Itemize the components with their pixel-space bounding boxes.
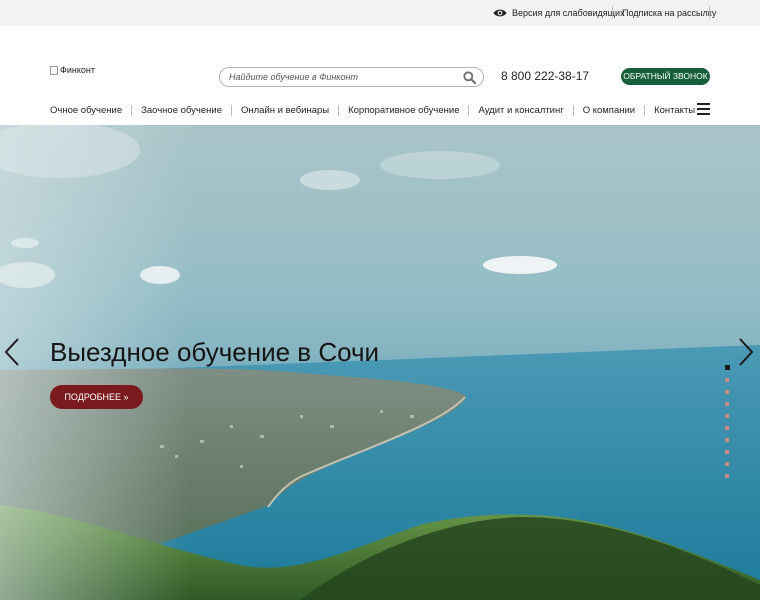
subscribe-link[interactable]: Подписка на рассылку — [622, 5, 716, 21]
slider-dot[interactable] — [725, 462, 729, 466]
topbar-divider — [709, 6, 710, 19]
search-box — [219, 67, 484, 87]
slider-dot[interactable] — [725, 414, 729, 418]
slider-dot[interactable] — [725, 378, 729, 382]
chevron-left-icon[interactable] — [3, 337, 21, 367]
site-logo[interactable]: Финконт — [50, 63, 95, 77]
nav-item-online[interactable]: Онлайн и вебинары — [241, 105, 329, 116]
nav-divider — [572, 104, 574, 116]
nav-item-about[interactable]: О компании — [583, 105, 635, 116]
slider-dot[interactable] — [725, 438, 729, 442]
broken-image-icon — [50, 65, 58, 75]
nav-item-distance[interactable]: Заочное обучение — [141, 105, 222, 116]
nav-divider — [230, 104, 232, 116]
slider-dot[interactable] — [725, 402, 729, 406]
top-utility-bar: Версия для слабовидящих Подписка на расс… — [0, 0, 760, 26]
callback-button[interactable]: ОБРАТНЫЙ ЗВОНОК — [621, 68, 710, 85]
nav-item-contacts[interactable]: Контакты — [654, 105, 695, 116]
phone-number[interactable]: 8 800 222-38-17 — [501, 69, 589, 83]
slider-dot[interactable] — [725, 365, 730, 370]
hero-title: Выездное обучение в Сочи — [50, 337, 380, 367]
more-details-button[interactable]: ПОДРОБНЕЕ » — [50, 385, 143, 409]
hamburger-menu-icon[interactable] — [697, 103, 710, 115]
low-vision-label: Версия для слабовидящих — [512, 8, 625, 18]
logo-alt-text: Финконт — [60, 65, 95, 75]
chevron-right-icon[interactable] — [737, 337, 755, 367]
topbar-divider — [612, 6, 613, 19]
eye-icon — [493, 9, 507, 17]
main-navigation: Очное обучение Заочное обучение Онлайн и… — [50, 102, 695, 118]
slider-dot[interactable] — [725, 426, 729, 430]
nav-item-fulltime[interactable]: Очное обучение — [50, 105, 122, 116]
search-icon[interactable] — [463, 71, 476, 84]
nav-divider — [338, 104, 340, 116]
slider-dot[interactable] — [725, 450, 729, 454]
nav-divider — [644, 104, 646, 116]
slider-dot[interactable] — [725, 390, 729, 394]
hero-slider: Выездное обучение в Сочи ПОДРОБНЕЕ » — [0, 125, 760, 600]
low-vision-version-link[interactable]: Версия для слабовидящих — [493, 5, 625, 21]
nav-divider — [468, 104, 470, 116]
nav-divider — [131, 104, 133, 116]
slider-pagination — [725, 365, 731, 486]
search-input[interactable] — [229, 71, 454, 83]
slider-dot[interactable] — [725, 474, 729, 478]
nav-item-corporate[interactable]: Корпоративное обучение — [348, 105, 459, 116]
nav-item-audit[interactable]: Аудит и консалтинг — [478, 105, 563, 116]
